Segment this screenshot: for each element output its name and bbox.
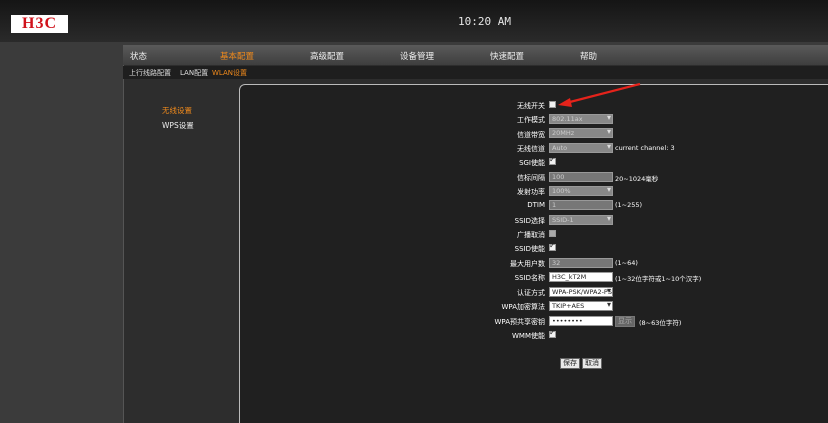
red-arrow-annotation <box>558 82 641 107</box>
